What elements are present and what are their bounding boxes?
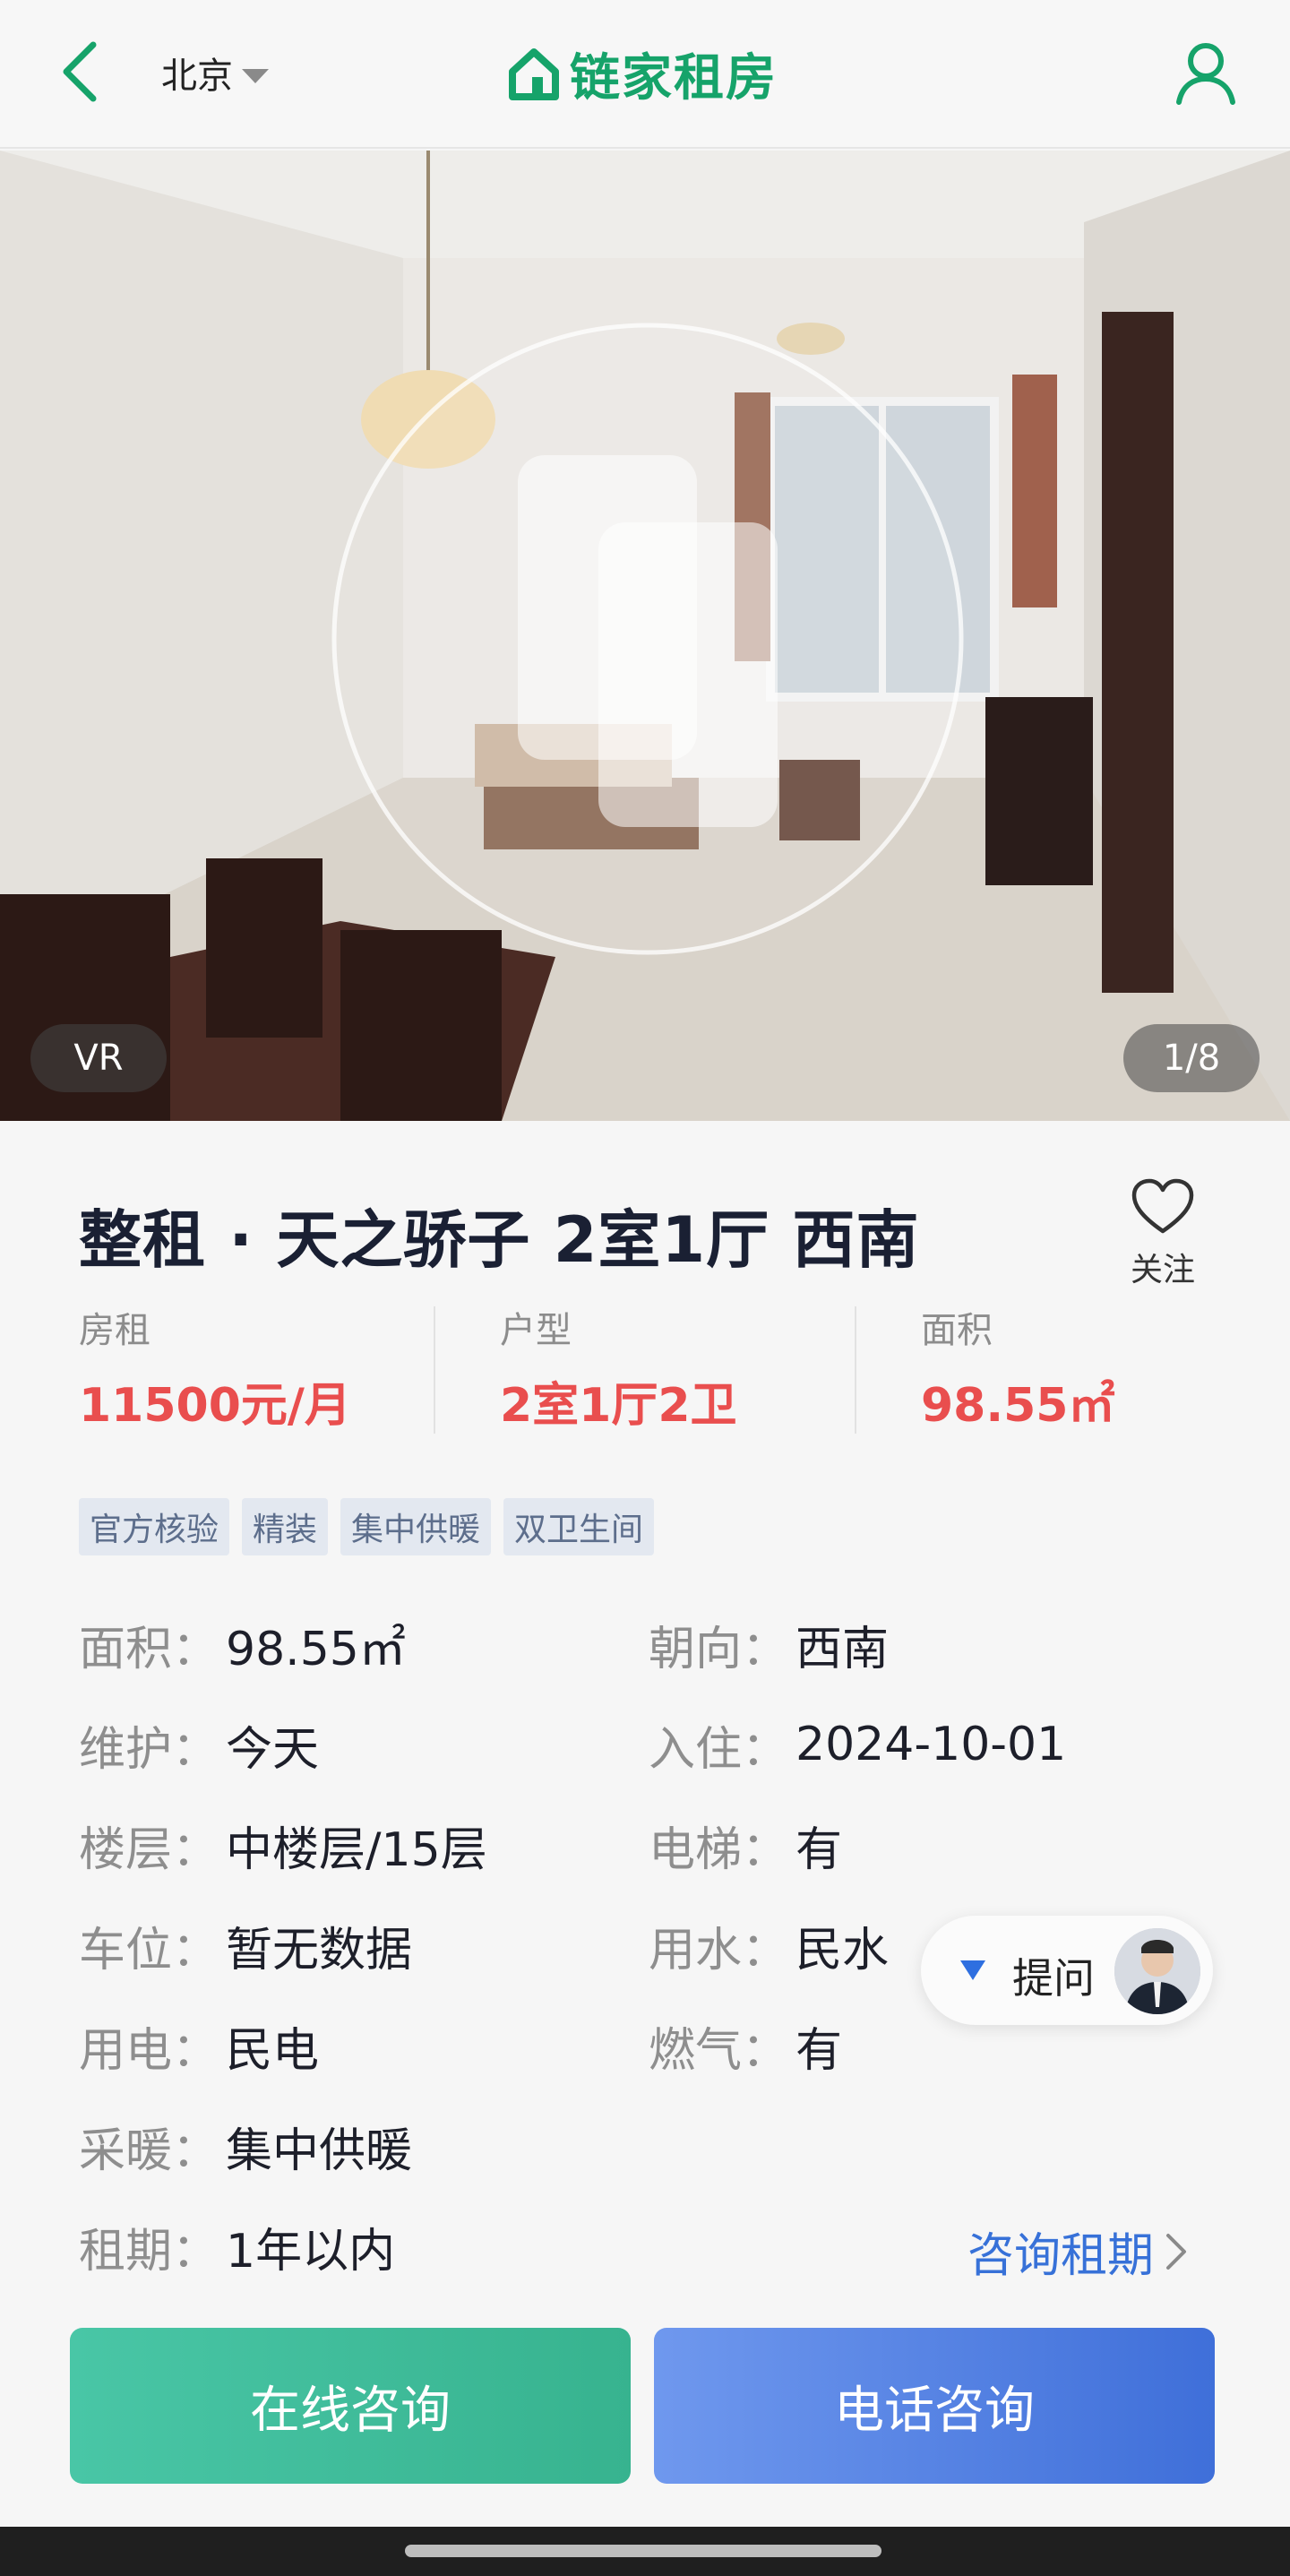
home-indicator[interactable] — [405, 2545, 882, 2557]
summary-label: 面积 — [921, 1310, 993, 1351]
attribute-lease-term: 租期： 1年以内 — [79, 2215, 396, 2279]
summary-value: 98.55㎡ — [921, 1379, 1115, 1433]
user-button[interactable] — [1174, 38, 1238, 109]
key-summary: 房租 11500元/月 户型 2室1厅2卫 面积 98.55㎡ — [79, 1301, 1226, 1435]
brand-logo: 链家租房 — [505, 41, 778, 108]
attr-key: 楼层： — [79, 1822, 219, 1877]
attr-value: 西南 — [796, 1622, 890, 1676]
summary-rent: 房租 11500元/月 — [79, 1301, 351, 1435]
attr-value: 98.55㎡ — [226, 1622, 406, 1676]
vr-play-icon[interactable] — [330, 321, 966, 957]
attribute-gas: 燃气： 有 — [649, 2014, 843, 2078]
attr-value: 集中供暖 — [226, 2124, 413, 2178]
follow-label: 关注 — [1130, 1252, 1195, 1288]
attr-key: 租期： — [79, 2224, 219, 2279]
consult-lease-term-label: 咨询租期 — [968, 2229, 1155, 2283]
online-consult-label: 在线咨询 — [250, 2381, 451, 2440]
divider — [434, 1306, 435, 1434]
attribute-heating: 采暖： 集中供暖 — [79, 2115, 413, 2178]
city-label: 北京 — [161, 56, 233, 97]
user-icon — [1176, 43, 1235, 105]
attr-value: 今天 — [226, 1722, 320, 1777]
triangle-down-icon — [960, 1960, 985, 1980]
attribute-electricity: 用电： 民电 — [79, 2014, 320, 2078]
attr-value: 2024-10-01 — [796, 1718, 1067, 1771]
ask-label: 提问 — [1012, 1954, 1095, 2003]
online-consult-button[interactable]: 在线咨询 — [70, 2328, 631, 2484]
attr-value: 中楼层/15层 — [226, 1822, 487, 1877]
house-icon — [509, 48, 559, 100]
attr-key: 用电： — [79, 2023, 219, 2078]
attribute-elevator: 电梯： 有 — [649, 1814, 843, 1877]
attr-value: 民水 — [796, 1923, 890, 1977]
attr-value: 有 — [796, 1822, 843, 1877]
attr-key: 朝向： — [649, 1622, 789, 1676]
summary-label: 房租 — [79, 1310, 150, 1351]
attribute-move-in: 入住： 2024-10-01 — [649, 1713, 1067, 1777]
tag: 双卫生间 — [503, 1498, 655, 1555]
agent-avatar — [1114, 1928, 1200, 2014]
image-counter: 1/8 — [1123, 1024, 1260, 1092]
follow-button[interactable]: 关注 — [1111, 1177, 1215, 1290]
phone-consult-button[interactable]: 电话咨询 — [654, 2328, 1215, 2484]
attribute-parking: 车位： 暂无数据 — [79, 1914, 412, 1977]
attr-value: 1年以内 — [226, 2224, 396, 2279]
attr-key: 入住： — [649, 1722, 789, 1777]
tag: 精装 — [242, 1498, 329, 1555]
listing-photo[interactable]: VR 1/8 — [0, 151, 1290, 1121]
ask-agent-button[interactable]: 提问 — [921, 1916, 1213, 2025]
attr-value: 有 — [796, 2023, 843, 2078]
chevron-right-icon — [1166, 2233, 1187, 2270]
system-gesture-bar — [0, 2527, 1290, 2576]
chevron-left-icon — [63, 41, 97, 102]
consult-lease-term-link[interactable]: 咨询租期 — [968, 2218, 1190, 2285]
attr-key: 维护： — [79, 1722, 219, 1777]
attribute-maintenance: 维护： 今天 — [79, 1713, 320, 1777]
attr-key: 燃气： — [649, 2023, 789, 2078]
attr-value: 暂无数据 — [226, 1923, 413, 1977]
tag: 集中供暖 — [340, 1498, 492, 1555]
attr-key: 采暖： — [79, 2124, 219, 2178]
listing-page: 北京 链家租房 VR 1/8 整租 · 天之骄子 2室1厅 西南 关注 房租 1… — [0, 0, 1290, 2576]
attr-key: 面积： — [79, 1622, 219, 1676]
summary-area: 面积 98.55㎡ — [921, 1301, 1114, 1435]
attribute-floor: 楼层： 中楼层/15层 — [79, 1814, 487, 1877]
attr-key: 用水： — [649, 1923, 789, 1977]
feature-tags: 官方核验 精装 集中供暖 双卫生间 — [79, 1498, 655, 1555]
listing-title: 整租 · 天之骄子 2室1厅 西南 — [79, 1203, 920, 1277]
attribute-area: 面积： 98.55㎡ — [79, 1613, 406, 1676]
caret-down-icon — [242, 69, 269, 83]
attr-key: 车位： — [79, 1923, 219, 1977]
attribute-orientation: 朝向： 西南 — [649, 1613, 889, 1676]
city-selector[interactable]: 北京 — [161, 41, 269, 104]
attr-key: 电梯： — [649, 1822, 789, 1877]
summary-label: 户型 — [500, 1310, 572, 1351]
tag: 官方核验 — [79, 1498, 230, 1555]
attribute-water: 用水： 民水 — [649, 1914, 889, 1977]
summary-layout: 户型 2室1厅2卫 — [500, 1301, 737, 1435]
vr-badge[interactable]: VR — [30, 1024, 167, 1092]
brand-name: 链家租房 — [570, 48, 778, 108]
top-nav: 北京 链家租房 — [0, 0, 1290, 149]
attr-value: 民电 — [226, 2023, 320, 2078]
summary-value: 2室1厅2卫 — [500, 1379, 737, 1433]
heart-icon — [1131, 1178, 1194, 1234]
summary-value: 11500元/月 — [79, 1379, 351, 1433]
phone-consult-label: 电话咨询 — [834, 2381, 1035, 2440]
back-button[interactable] — [54, 36, 108, 108]
divider — [855, 1306, 856, 1434]
